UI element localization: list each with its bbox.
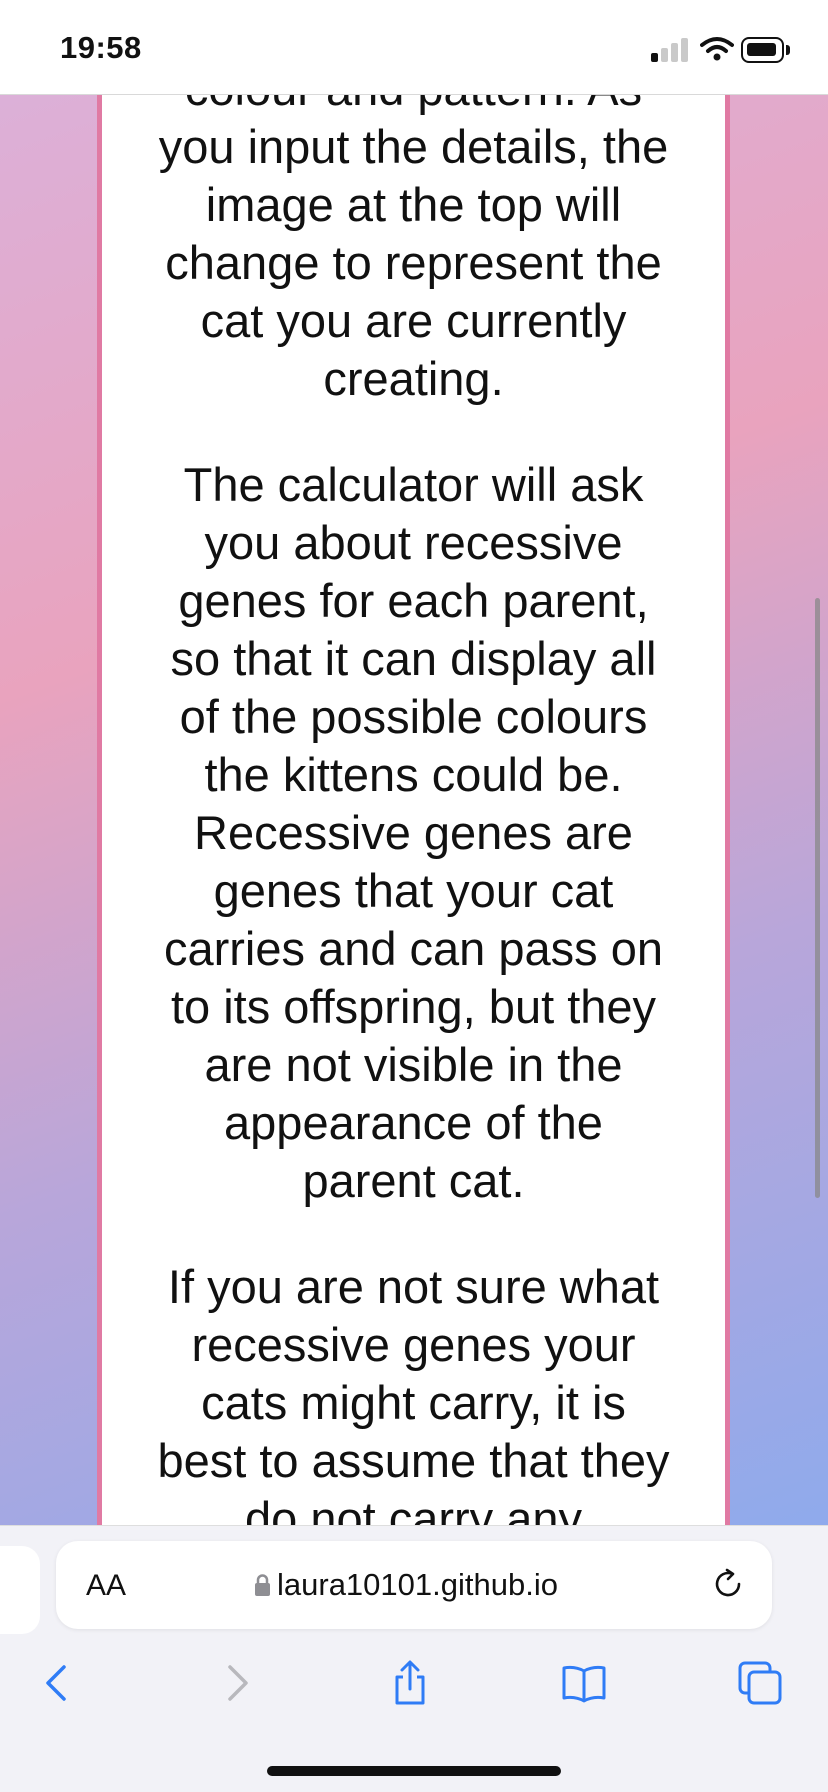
previous-tab-preview[interactable] [0, 1546, 40, 1634]
paragraph-2: The calculator will ask you about recess… [163, 458, 663, 1207]
home-indicator [267, 1766, 561, 1776]
status-bar: 19:58 [0, 0, 828, 95]
bookmarks-icon[interactable] [560, 1659, 608, 1707]
share-icon[interactable] [386, 1659, 434, 1707]
url-text: laura10101.github.io [277, 1567, 558, 1602]
content-card: colour and pattern. As you input the det… [97, 95, 730, 1525]
web-page-viewport[interactable]: colour and pattern. As you input the det… [0, 95, 828, 1525]
paragraph-1: colour and pattern. As you input the det… [158, 95, 669, 405]
browser-bottom-bar: AA laura10101.github.io [0, 1525, 828, 1792]
scroll-indicator[interactable] [815, 598, 820, 1198]
address-bar[interactable]: AA laura10101.github.io [56, 1541, 772, 1629]
lock-icon [255, 1574, 270, 1596]
forward-icon[interactable] [212, 1659, 260, 1707]
battery-icon [741, 37, 790, 63]
reader-aa-button[interactable]: AA [86, 1569, 126, 1603]
back-icon[interactable] [34, 1659, 82, 1707]
status-time: 19:58 [60, 30, 142, 65]
tabs-icon[interactable] [736, 1659, 784, 1707]
wifi-icon [700, 37, 734, 61]
url-display[interactable]: laura10101.github.io [254, 1567, 558, 1603]
browser-toolbar [0, 1651, 828, 1721]
article-text: colour and pattern. As you input the det… [102, 95, 725, 1525]
reload-icon[interactable] [710, 1566, 746, 1602]
cellular-signal-icon [651, 38, 689, 62]
paragraph-3: If you are not sure what recessive genes… [157, 1260, 670, 1525]
